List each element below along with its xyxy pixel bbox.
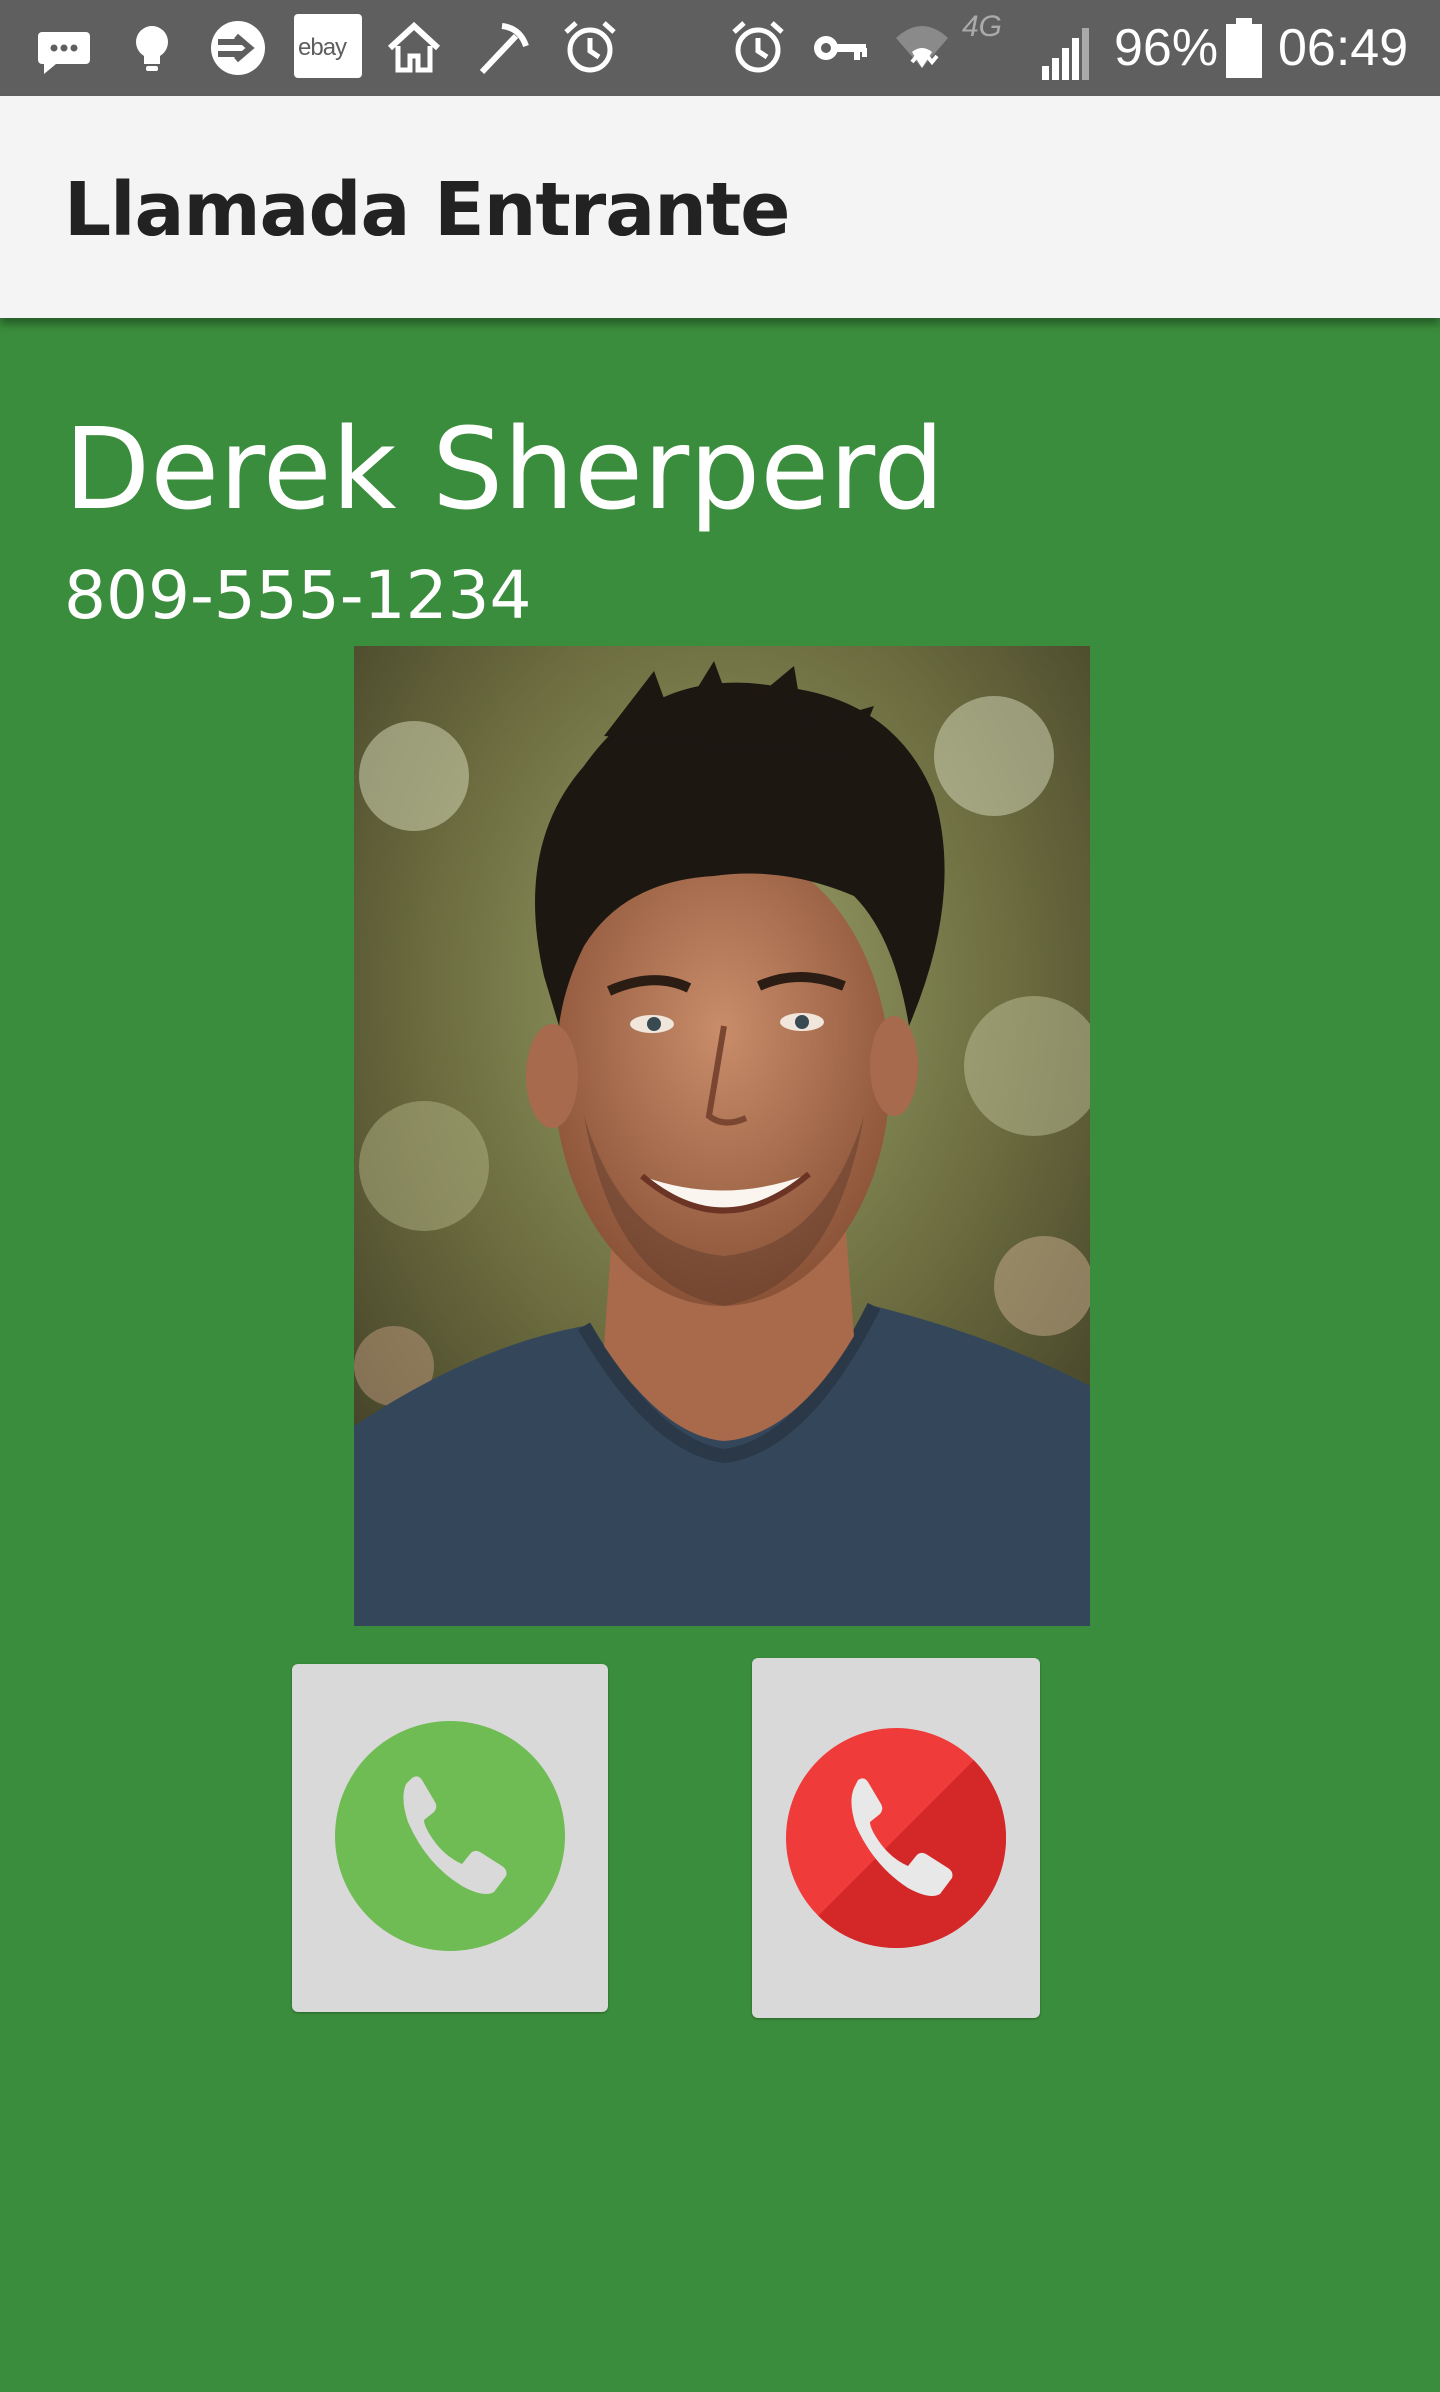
caller-photo-image — [354, 646, 1090, 1626]
page-title: Llamada Entrante — [64, 167, 790, 253]
alarm-icon — [564, 21, 616, 73]
key-icon — [814, 36, 867, 60]
decline-call-icon — [786, 1728, 1006, 1948]
ebay-icon: ebay — [294, 14, 362, 78]
accept-call-icon — [335, 1721, 565, 1951]
signal-icon — [1042, 28, 1089, 80]
ebay-icon-label: ebay — [298, 34, 347, 61]
status-bar: ebay 4G 96% 06:49 — [0, 0, 1440, 96]
lte-icon: 4G — [962, 10, 1032, 50]
tools-icon — [479, 23, 529, 75]
clock: 06:49 — [1278, 19, 1409, 77]
alarm-icon — [732, 21, 784, 73]
messages-icon — [38, 32, 90, 74]
caller-number: 809-555-1234 — [64, 557, 532, 634]
wifi-icon — [896, 26, 948, 68]
decline-call-button[interactable] — [752, 1658, 1040, 2018]
battery-percent: 96% — [1114, 19, 1219, 77]
accept-call-button[interactable] — [292, 1664, 608, 2012]
caller-name: Derek Sherperd — [64, 405, 945, 535]
incoming-call-screen: Derek Sherperd 809-555-1234 — [0, 318, 1440, 2392]
lightbulb-icon — [136, 26, 168, 71]
home-icon — [387, 21, 441, 73]
caller-photo — [354, 646, 1090, 1626]
battery-icon — [1226, 18, 1262, 78]
app-bar: Llamada Entrante — [0, 96, 1440, 318]
lte-label: 4G — [962, 10, 1003, 43]
vpn-icon — [211, 21, 265, 75]
